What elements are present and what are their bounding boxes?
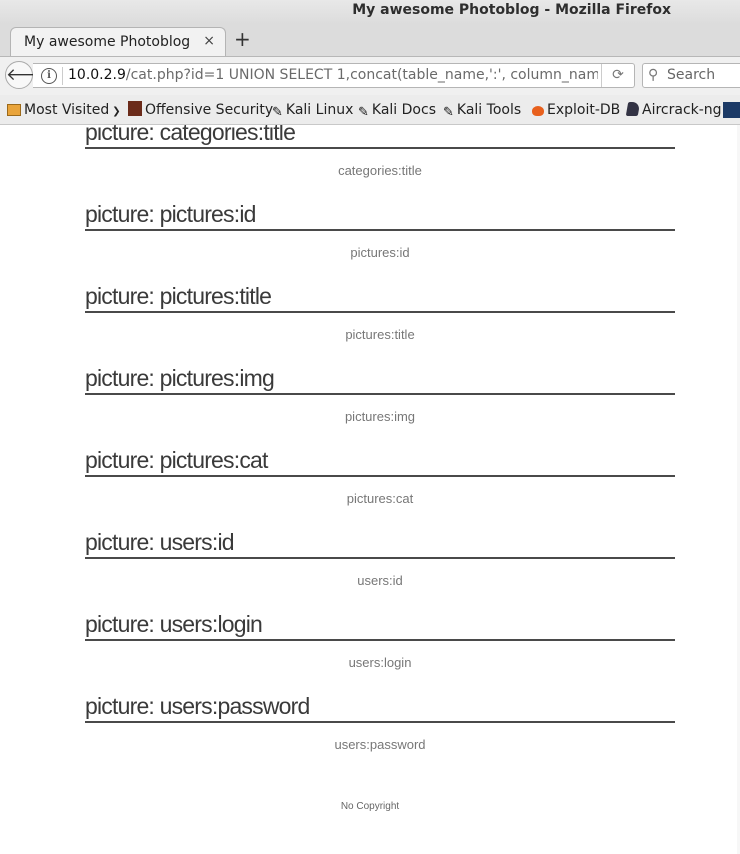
aircrack-icon <box>625 102 641 116</box>
bookmark-label: Exploit-DB <box>547 102 621 118</box>
picture-caption: users:id <box>357 573 403 588</box>
bookmark-label: Most Visited <box>24 102 110 118</box>
url-separator <box>62 67 63 85</box>
kali-dragon-icon: ✎ <box>443 105 454 120</box>
navigation-toolbar: 🡐 i 10.0.2.9/cat.php?id=1 UNION SELECT 1… <box>0 57 740 95</box>
picture-caption: categories:title <box>338 163 422 178</box>
url-host: 10.0.2.9 <box>68 67 126 83</box>
picture-heading: picture: users:login <box>85 613 675 641</box>
picture-heading: picture: pictures:title <box>85 285 675 313</box>
picture-heading: picture: users:id <box>85 531 675 559</box>
bookmark-label: Aircrack-ng <box>642 102 722 118</box>
chevron-down-icon: ❯ <box>112 106 121 117</box>
kali-dragon-icon: ✎ <box>272 105 283 120</box>
kali-dragon-icon: ✎ <box>358 105 369 120</box>
search-placeholder: Search <box>667 67 716 83</box>
bookmark-label: Kali Tools <box>456 102 522 118</box>
page-content: picture: categories:title categories:tit… <box>0 125 740 854</box>
url-text[interactable]: 10.0.2.9/cat.php?id=1 UNION SELECT 1,con… <box>68 67 598 83</box>
bookmark-kali-docs[interactable]: ✎ Kali Docs <box>358 101 436 120</box>
footer: No Copyright <box>340 801 400 812</box>
reload-icon[interactable]: ⟳ <box>601 64 634 87</box>
bookmarks-toolbar: Most Visited ❯ Offensive Security ✎ Kali L… <box>0 95 740 125</box>
tab-strip: My awesome Photoblog × + <box>0 24 740 57</box>
picture-entry: picture: pictures:title pictures:title <box>85 285 675 342</box>
bookmark-label: Kali Docs <box>371 102 436 118</box>
picture-heading: picture: users:password <box>85 695 675 723</box>
bookmark-label: Offensive Security <box>145 102 274 118</box>
close-tab-icon[interactable]: × <box>203 33 215 49</box>
picture-caption: users:login <box>348 655 412 670</box>
tab-photoblog[interactable]: My awesome Photoblog × <box>10 27 226 56</box>
picture-entry: picture: categories:title categories:tit… <box>85 125 675 178</box>
bookmark-overflow-icon[interactable] <box>723 102 740 118</box>
search-icon: ⚲ <box>648 67 659 83</box>
bookmark-label: Kali Linux <box>285 102 354 118</box>
tab-title: My awesome Photoblog <box>24 34 191 50</box>
offsec-icon <box>128 101 142 116</box>
bookmark-aircrack-ng[interactable]: Aircrack-ng <box>625 101 722 119</box>
picture-heading: picture: pictures:img <box>85 367 675 395</box>
picture-entry: picture: pictures:id pictures:id <box>85 203 675 260</box>
picture-heading: picture: pictures:cat <box>85 449 675 477</box>
bookmark-kali-linux[interactable]: ✎ Kali Linux <box>272 101 354 120</box>
exploit-db-icon <box>532 106 544 116</box>
search-input[interactable]: ⚲ Search <box>642 63 740 88</box>
folder-icon <box>7 104 21 116</box>
picture-caption: pictures:img <box>344 409 416 424</box>
picture-heading: picture: pictures:id <box>85 203 675 231</box>
picture-caption: pictures:cat <box>346 491 414 506</box>
bookmark-kali-tools[interactable]: ✎ Kali Tools <box>443 101 522 120</box>
window-title: My awesome Photoblog - Mozilla Firefox <box>352 2 671 18</box>
picture-caption: users:password <box>334 737 426 752</box>
picture-entry: picture: pictures:img pictures:img <box>85 367 675 424</box>
url-path: /cat.php?id=1 UNION SELECT 1,concat(tabl… <box>125 67 598 83</box>
bookmark-exploit-db[interactable]: Exploit-DB <box>532 101 620 119</box>
picture-caption: pictures:id <box>350 245 410 260</box>
new-tab-button[interactable]: + <box>234 29 251 49</box>
site-info-icon[interactable]: i <box>41 68 57 84</box>
back-button[interactable]: 🡐 <box>5 61 52 89</box>
picture-entry: picture: users:password users:password <box>85 695 675 752</box>
picture-heading: picture: categories:title <box>85 125 675 149</box>
window-titlebar: My awesome Photoblog - Mozilla Firefox <box>0 0 740 24</box>
url-bar[interactable]: i 10.0.2.9/cat.php?id=1 UNION SELECT 1,c… <box>33 63 635 88</box>
picture-caption: pictures:title <box>345 327 415 342</box>
picture-entry: picture: users:id users:id <box>85 531 675 588</box>
bookmark-most-visited[interactable]: Most Visited ❯ <box>7 101 121 119</box>
bookmark-offensive-security[interactable]: Offensive Security <box>128 101 273 119</box>
picture-entry: picture: pictures:cat pictures:cat <box>85 449 675 506</box>
picture-entry: picture: users:login users:login <box>85 613 675 670</box>
